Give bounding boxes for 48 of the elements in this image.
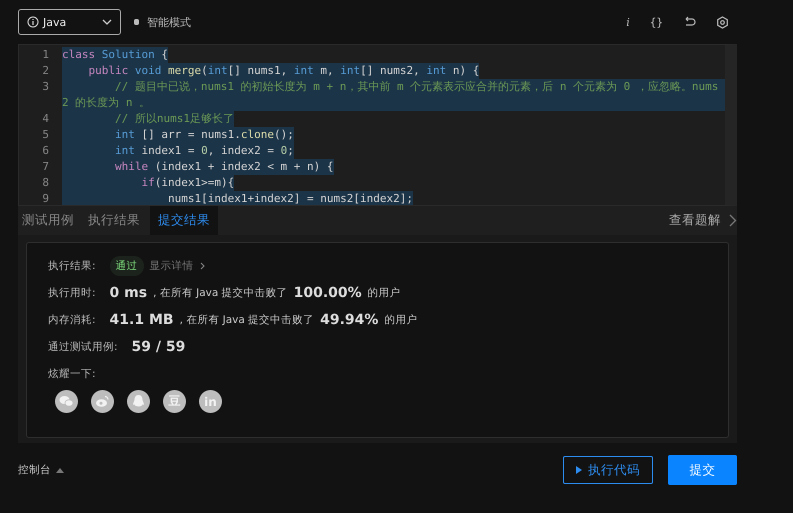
chat-bubbles-icon[interactable] — [55, 390, 78, 413]
smart-mode-label[interactable]: 智能模式 — [147, 14, 191, 30]
line-number: 9 — [41, 191, 50, 205]
code-editor[interactable] — [18, 44, 737, 206]
result-tab[interactable]: 执行结果 — [84, 206, 140, 235]
stat-text: , 在所有 Java 提交中击败了 — [153, 286, 288, 300]
stat-text: 的用户 — [384, 313, 418, 327]
view-solution-link[interactable]: 查看题解 — [669, 212, 721, 229]
stat-text: 59 / 59 — [132, 339, 186, 355]
line-number: 6 — [41, 143, 50, 159]
stat-text: 49.94% — [320, 312, 378, 328]
caret-up-icon[interactable] — [56, 468, 64, 472]
field-label: 执行用时: — [48, 286, 96, 300]
info-icon — [27, 16, 39, 28]
reset-icon[interactable] — [683, 16, 696, 28]
console-toggle[interactable]: 控制台 — [18, 463, 51, 477]
field-label: 炫耀一下: — [48, 367, 96, 381]
stat-text: , 在所有 Java 提交中击败了 — [180, 313, 314, 327]
result-tab[interactable]: 测试用例 — [18, 206, 74, 235]
stat-text: 0 ms — [110, 285, 148, 301]
field-label: 内存消耗: — [48, 313, 96, 327]
play-icon — [576, 466, 582, 474]
chevron-right-icon[interactable] — [729, 214, 737, 227]
settings-icon[interactable] — [716, 16, 729, 28]
line-number: 7 — [41, 159, 50, 175]
submit-button[interactable]: 提交 — [668, 455, 737, 485]
field-label: 执行结果: — [48, 259, 96, 273]
toolbar-tool[interactable]: {} — [650, 16, 663, 28]
field-label: 通过测试用例: — [48, 340, 118, 354]
line-number: 5 — [41, 127, 50, 143]
line-number: 4 — [41, 111, 50, 127]
line-number: 2 — [41, 63, 50, 79]
stat-text: 的用户 — [368, 286, 401, 300]
chevron-down-icon — [102, 19, 112, 25]
chevron-right-icon[interactable] — [200, 262, 205, 270]
stat-text: 100.00% — [294, 285, 362, 301]
line-number: 8 — [41, 175, 50, 191]
show-details-link[interactable]: 显示详情 — [150, 259, 194, 273]
eye-swirl-icon[interactable] — [91, 390, 114, 413]
run-code-button[interactable]: 执行代码 — [563, 456, 653, 484]
line-number: 3 — [41, 79, 50, 95]
line-number: 1 — [41, 47, 50, 63]
toolbar-tool[interactable]: i — [626, 16, 630, 28]
status-badge: 通过 — [110, 256, 144, 276]
language-select[interactable]: Java — [18, 9, 121, 35]
stat-text: 41.1 MB — [110, 312, 174, 328]
result-tab[interactable]: 提交结果 — [150, 206, 218, 235]
penguin-icon[interactable] — [127, 390, 150, 413]
